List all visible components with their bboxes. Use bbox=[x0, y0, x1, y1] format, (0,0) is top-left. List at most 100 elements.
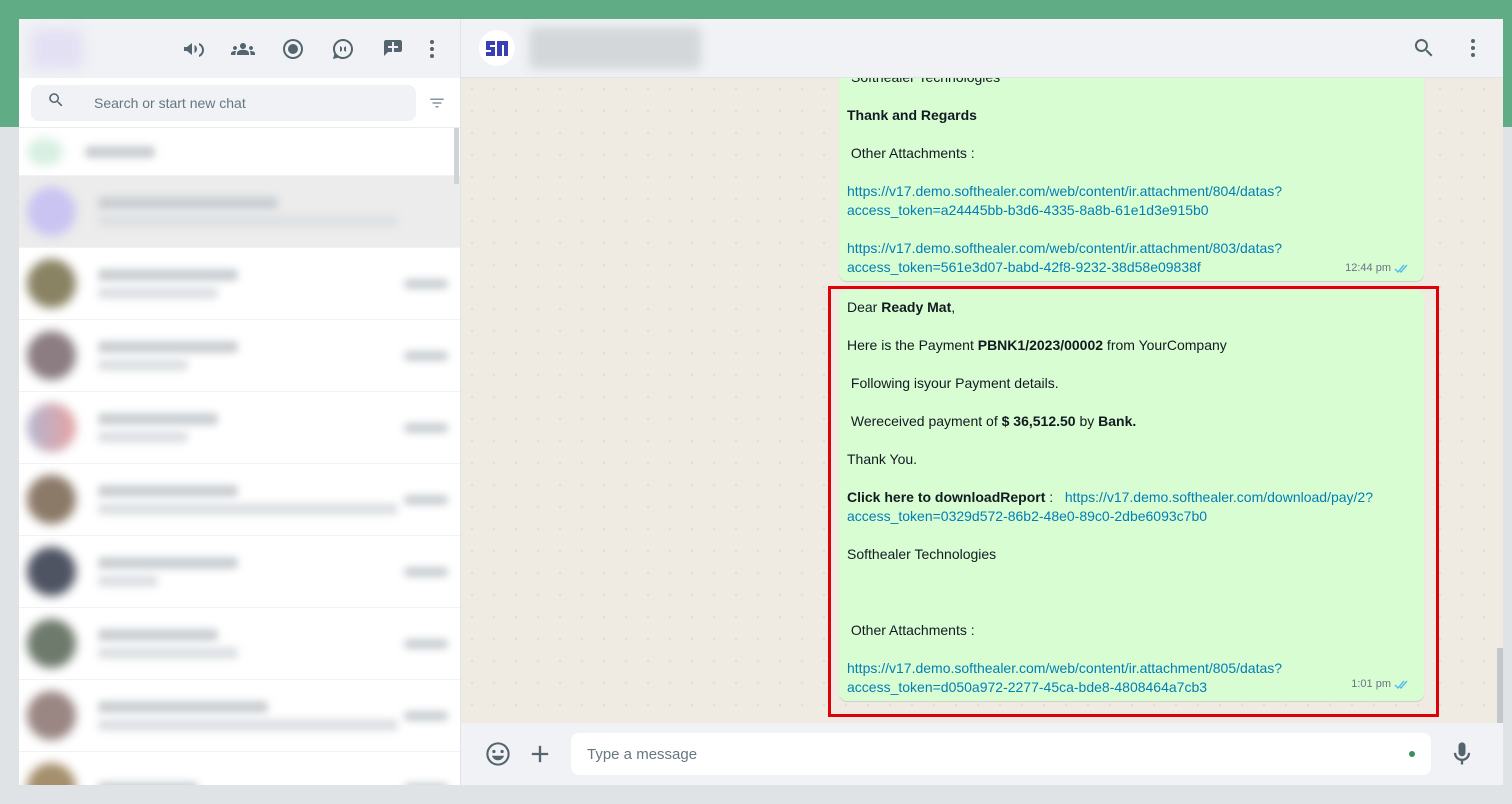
link-text: https://v17.demo.softhealer.com/web/cont… bbox=[847, 240, 1283, 256]
avatar bbox=[27, 475, 76, 524]
double-check-icon bbox=[1394, 680, 1408, 690]
avatar bbox=[27, 403, 76, 452]
link-text: https://v17.demo.softhealer.com/download… bbox=[1064, 489, 1374, 505]
text-segment: Here is the Payment bbox=[847, 337, 978, 353]
search-input[interactable] bbox=[94, 94, 374, 111]
sidebar-header bbox=[19, 19, 460, 78]
composer bbox=[461, 723, 1503, 785]
menu-icon[interactable] bbox=[418, 29, 446, 69]
message-input-box[interactable] bbox=[571, 733, 1431, 775]
report-label: Click here to downloadReport bbox=[847, 489, 1046, 505]
search-box[interactable] bbox=[31, 84, 417, 121]
contact-name[interactable] bbox=[529, 27, 701, 69]
message-meta: 12:44 pm bbox=[1345, 259, 1410, 278]
message-text: Following isyour Payment details. bbox=[847, 375, 1059, 391]
conversation: Softhealer Technologies Thank and Regard… bbox=[461, 78, 1503, 723]
text-segment: , bbox=[951, 299, 956, 315]
timestamp bbox=[404, 782, 448, 785]
conversation-scrollbar[interactable] bbox=[1497, 648, 1503, 723]
avatar bbox=[27, 259, 76, 308]
chat-panel: Softhealer Technologies Thank and Regard… bbox=[461, 19, 1503, 785]
message-text: Other Attachments : bbox=[847, 622, 975, 638]
softhealer-logo-icon bbox=[486, 41, 508, 56]
double-check-icon bbox=[1394, 264, 1408, 274]
message-text: Softhealer Technologies bbox=[847, 546, 997, 562]
sidebar-header-icons bbox=[168, 29, 446, 69]
list-item[interactable] bbox=[19, 752, 460, 785]
message-text: Wereceived payment of $ 36,512.50 by Ban… bbox=[847, 412, 1412, 431]
text-segment: Dear bbox=[847, 299, 882, 315]
list-item[interactable] bbox=[19, 536, 460, 608]
link-text: access_token=d050a972-2277-45ca-bde8-480… bbox=[847, 679, 1208, 695]
contact-logo[interactable] bbox=[479, 30, 515, 66]
link-text: access_token=a24445bb-b3d6-4335-8a8b-61e… bbox=[847, 202, 1209, 218]
message-text: Thank You. bbox=[847, 451, 918, 467]
attachment-link[interactable]: https://v17.demo.softhealer.com/web/cont… bbox=[847, 183, 1282, 218]
text-segment: Wereceived payment of bbox=[847, 413, 1002, 429]
sidebar bbox=[19, 19, 461, 785]
message-meta: 1:01 pm bbox=[1351, 675, 1410, 694]
message-bubble-outgoing[interactable]: Softhealer Technologies Thank and Regard… bbox=[839, 78, 1424, 281]
timestamp bbox=[404, 494, 448, 505]
timestamp bbox=[404, 278, 448, 289]
message-input[interactable] bbox=[587, 745, 1409, 763]
list-item[interactable] bbox=[19, 176, 460, 248]
avatar bbox=[27, 137, 63, 166]
avatar bbox=[27, 331, 76, 380]
message-bubble-outgoing[interactable]: Dear Ready Mat, Here is the Payment PBNK… bbox=[839, 290, 1424, 701]
message-text: Click here to downloadReport : https://v… bbox=[847, 488, 1412, 526]
whatsapp-app: Softhealer Technologies Thank and Regard… bbox=[19, 19, 1503, 785]
list-item[interactable] bbox=[19, 248, 460, 320]
timestamp bbox=[404, 350, 448, 361]
megaphone-icon[interactable] bbox=[168, 29, 218, 69]
emoji-icon[interactable] bbox=[483, 739, 513, 769]
payment-ref: PBNK1/2023/00002 bbox=[977, 337, 1104, 353]
microphone-icon[interactable] bbox=[1447, 739, 1477, 769]
filter-icon[interactable] bbox=[426, 92, 448, 114]
avatar bbox=[27, 619, 76, 668]
customer-name: Ready Mat bbox=[881, 299, 952, 315]
attachment-link[interactable]: https://v17.demo.softhealer.com/web/cont… bbox=[847, 660, 1282, 695]
message-text: Other Attachments : bbox=[847, 145, 975, 161]
link-text: access_token=561e3d07-babd-42f8-9232-38d… bbox=[847, 259, 1201, 275]
avatar bbox=[27, 691, 76, 740]
timestamp bbox=[404, 638, 448, 649]
plus-icon[interactable] bbox=[525, 739, 555, 769]
payment-journal: Bank. bbox=[1098, 413, 1137, 429]
community-icon[interactable] bbox=[218, 29, 268, 69]
list-item[interactable] bbox=[19, 464, 460, 536]
list-item[interactable] bbox=[19, 392, 460, 464]
chat-header bbox=[461, 19, 1503, 78]
avatar bbox=[27, 187, 76, 236]
message-text: Softhealer Technologies bbox=[847, 78, 1412, 87]
avatar bbox=[27, 547, 76, 596]
text-segment: by bbox=[1075, 413, 1099, 429]
timestamp bbox=[404, 710, 448, 721]
message-time: 12:44 pm bbox=[1345, 262, 1391, 274]
list-item[interactable] bbox=[19, 608, 460, 680]
link-text: access_token=0329d572-86b2-48e0-89c0-2db… bbox=[847, 508, 1208, 524]
status-icon[interactable] bbox=[268, 29, 318, 69]
profile-avatar[interactable] bbox=[31, 28, 83, 69]
chat-list bbox=[19, 128, 460, 785]
payment-amount: $ 36,512.50 bbox=[1001, 413, 1076, 429]
text-segment: from YourCompany bbox=[1103, 337, 1227, 353]
avatar bbox=[27, 763, 76, 785]
sidebar-scrollbar[interactable] bbox=[454, 128, 459, 184]
search-row bbox=[19, 78, 460, 128]
timestamp bbox=[404, 422, 448, 433]
message-time: 1:01 pm bbox=[1351, 678, 1391, 690]
attachment-link[interactable]: https://v17.demo.softhealer.com/web/cont… bbox=[847, 240, 1282, 275]
list-item[interactable] bbox=[19, 320, 460, 392]
message-text: Dear Ready Mat, bbox=[847, 298, 1412, 317]
channels-icon[interactable] bbox=[318, 29, 368, 69]
menu-icon[interactable] bbox=[1459, 28, 1487, 68]
list-item[interactable] bbox=[19, 128, 460, 176]
message-text: Thank and Regards bbox=[847, 107, 977, 123]
new-chat-icon[interactable] bbox=[368, 29, 418, 69]
link-text: https://v17.demo.softhealer.com/web/cont… bbox=[847, 660, 1283, 676]
status-dot bbox=[1409, 751, 1415, 757]
search-icon[interactable] bbox=[1399, 28, 1449, 68]
list-item[interactable] bbox=[19, 680, 460, 752]
message-text: Here is the Payment PBNK1/2023/00002 fro… bbox=[847, 336, 1412, 355]
